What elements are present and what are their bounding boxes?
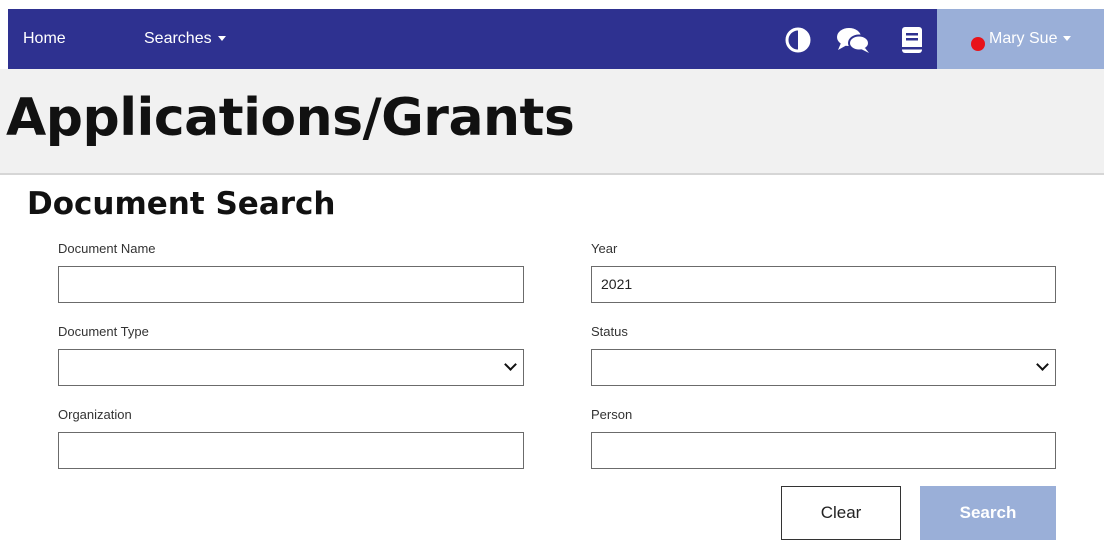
status-label: Status: [591, 324, 628, 339]
page-title: Applications/Grants: [6, 88, 575, 148]
section-title: Document Search: [27, 186, 336, 222]
caret-down-icon: [217, 36, 226, 42]
top-navbar: Home Searches Mary Sue: [8, 9, 1104, 69]
document-name-input[interactable]: [58, 266, 524, 303]
caret-down-icon: [1063, 36, 1072, 42]
book-icon[interactable]: [896, 24, 928, 56]
nav-searches-label: Searches: [144, 30, 212, 47]
status-select[interactable]: [591, 349, 1056, 386]
clear-button[interactable]: Clear: [781, 486, 901, 540]
organization-label: Organization: [58, 407, 132, 422]
person-label: Person: [591, 407, 633, 422]
year-input[interactable]: 2021: [591, 266, 1056, 303]
chevron-down-icon: [504, 358, 517, 371]
document-name-label: Document Name: [58, 241, 156, 256]
person-input[interactable]: [591, 432, 1056, 469]
page-header: Applications/Grants: [0, 69, 1104, 175]
chat-icon[interactable]: [834, 24, 870, 56]
contrast-icon[interactable]: [782, 24, 814, 56]
chevron-down-icon: [1036, 358, 1049, 371]
year-label: Year: [591, 241, 618, 256]
nav-home-link[interactable]: Home: [23, 9, 66, 69]
document-type-select[interactable]: [58, 349, 524, 386]
organization-input[interactable]: [58, 432, 524, 469]
nav-searches-dropdown[interactable]: Searches: [144, 9, 226, 69]
document-type-label: Document Type: [58, 324, 149, 339]
user-menu-dropdown[interactable]: Mary Sue: [937, 9, 1104, 69]
search-button[interactable]: Search: [920, 486, 1056, 540]
user-name: Mary Sue: [989, 30, 1058, 47]
user-status-indicator: [971, 37, 985, 51]
